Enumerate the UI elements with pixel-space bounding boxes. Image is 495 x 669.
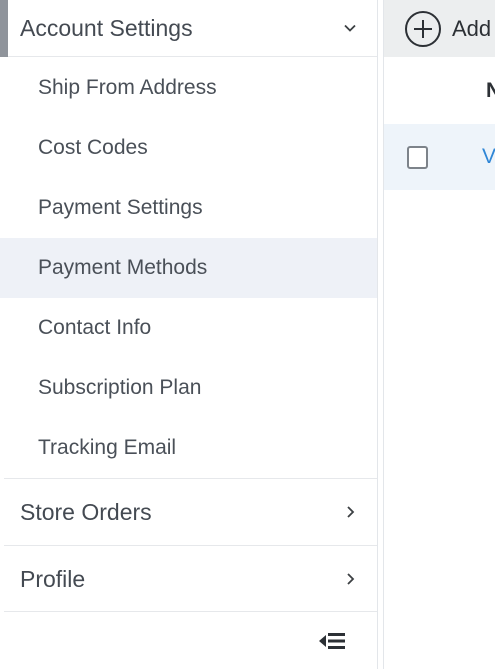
collapse-sidebar-icon[interactable] [317, 629, 347, 653]
sidebar: Account Settings Ship From Address Cost … [0, 0, 378, 669]
account-settings-submenu: Ship From Address Cost Codes Payment Set… [0, 57, 377, 478]
main-content: Add N V [383, 0, 495, 669]
section-label: Store Orders [20, 498, 152, 525]
sidebar-section-profile[interactable]: Profile [4, 545, 377, 612]
sidebar-item-payment-methods[interactable]: Payment Methods [0, 238, 377, 298]
section-label: Profile [20, 565, 86, 592]
plus-circle-icon [405, 10, 441, 47]
section-label: Account Settings [20, 14, 193, 41]
sidebar-item-payment-settings[interactable]: Payment Settings [0, 178, 377, 238]
sidebar-item-tracking-email[interactable]: Tracking Email [0, 418, 377, 478]
chevron-right-icon [341, 503, 359, 521]
row-link[interactable]: V [482, 145, 495, 169]
chevron-right-icon [341, 570, 359, 588]
sidebar-item-cost-codes[interactable]: Cost Codes [0, 118, 377, 178]
add-button-label: Add [452, 15, 492, 41]
sidebar-footer [4, 611, 377, 669]
sidebar-section-account-settings[interactable]: Account Settings [0, 0, 377, 57]
row-checkbox[interactable] [407, 145, 428, 169]
column-header-name[interactable]: N [486, 79, 495, 103]
table-row: V [384, 124, 495, 190]
add-button[interactable]: Add [404, 10, 491, 48]
table-header: N [384, 57, 495, 124]
toolbar: Add [384, 0, 495, 57]
sidebar-section-store-orders[interactable]: Store Orders [4, 478, 377, 545]
sidebar-item-subscription-plan[interactable]: Subscription Plan [0, 358, 377, 418]
sidebar-item-ship-from-address[interactable]: Ship From Address [0, 58, 377, 118]
chevron-down-icon [341, 19, 359, 37]
sidebar-item-contact-info[interactable]: Contact Info [0, 298, 377, 358]
